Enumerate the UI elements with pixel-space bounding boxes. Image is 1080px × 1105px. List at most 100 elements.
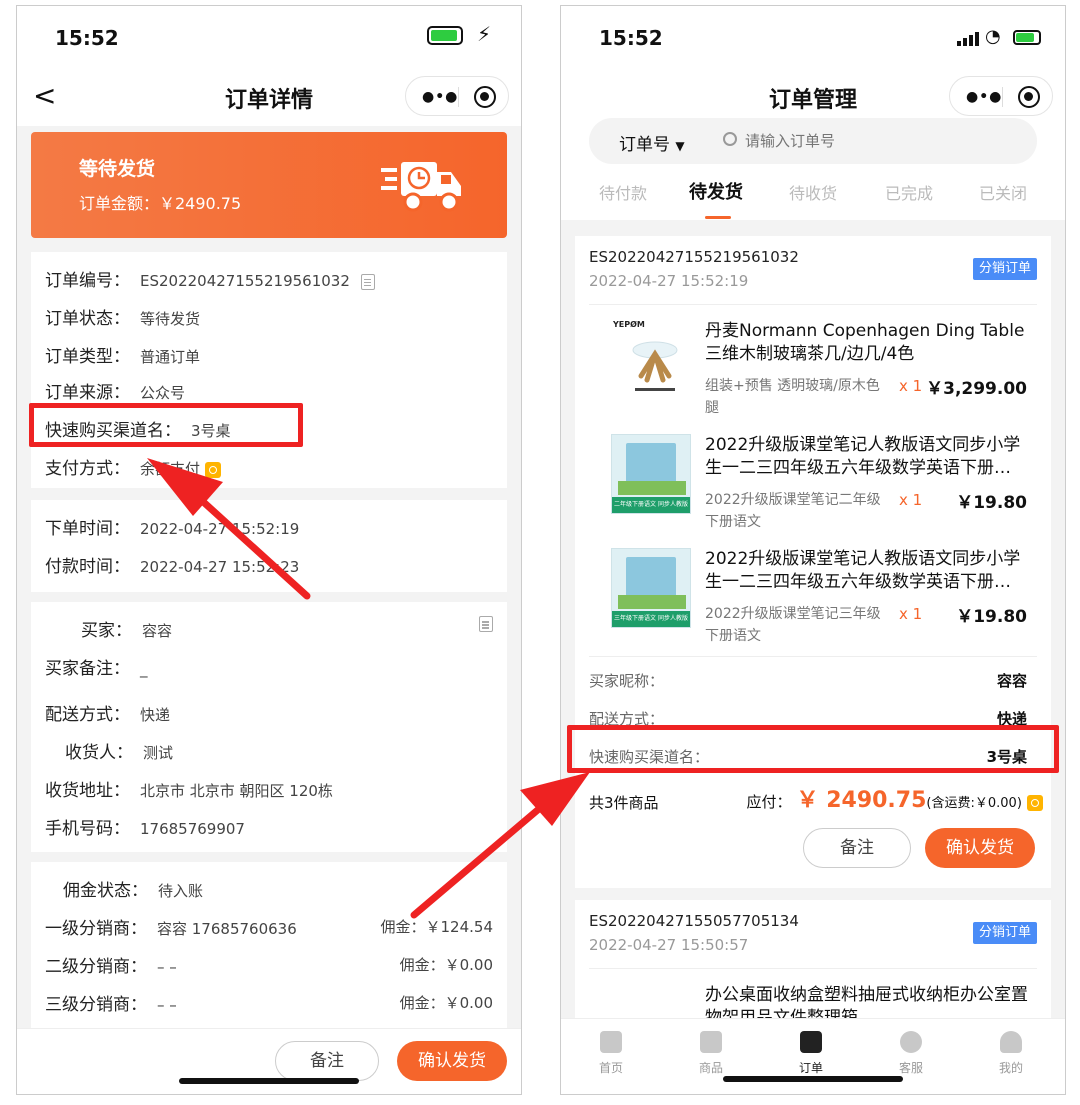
info-value: – – — [157, 996, 177, 1014]
product-item[interactable]: 二年级下册语文 同步人教版 2022升级版课堂笔记人教版语文同步小学生一二三四年… — [589, 434, 1037, 544]
book-cover — [626, 443, 676, 483]
more-icon[interactable]: ●•● — [422, 89, 458, 105]
tab-products[interactable]: 商品 — [681, 1031, 741, 1076]
distribution-order-badge: 分销订单 — [972, 922, 1037, 944]
info-row: 订单类型： 普通订单 — [45, 342, 200, 367]
tab-home[interactable]: 首页 — [581, 1031, 641, 1076]
table-image — [632, 341, 678, 391]
tab-pending-receipt[interactable]: 待收货 — [789, 180, 837, 204]
info-value: 普通订单 — [140, 348, 201, 366]
info-row: 收货地址： 北京市 北京市 朝阳区 120栋 — [45, 776, 333, 801]
product-item[interactable]: 三年级下册语文 同步人教版 2022升级版课堂笔记人教版语文同步小学生一二三四年… — [589, 548, 1037, 658]
tab-label: 商品 — [698, 1061, 723, 1075]
product-item[interactable]: YEPØM 丹麦Normann Copenhagen Ding Table三维木… — [589, 320, 1037, 430]
order-number: ES20220427155219561032 — [140, 272, 350, 290]
info-label: 订单编号： — [45, 271, 130, 291]
balance-icon — [205, 461, 222, 478]
confirm-ship-button[interactable]: 确认发货 — [397, 1041, 507, 1081]
info-value: 容容 — [142, 622, 173, 640]
info-row: 买家备注： _ — [45, 654, 148, 679]
signal-icon — [957, 32, 979, 46]
tab-completed[interactable]: 已完成 — [885, 180, 933, 204]
info-label: 手机号码： — [45, 819, 130, 839]
order-no-filter[interactable]: 订单号 ▼ — [619, 130, 685, 155]
search-bar: 订单号 ▼ — [589, 118, 1037, 164]
info-value: _ — [140, 660, 148, 678]
product-qty: x 1 — [899, 491, 923, 509]
info-value: – – — [157, 958, 177, 976]
info-label: 一级分销商： — [45, 919, 147, 939]
kv-label: 买家昵称： — [589, 672, 665, 690]
info-label: 三级分销商： — [45, 995, 147, 1015]
distribution-order-badge: 分销订单 — [972, 258, 1037, 280]
order-number: ES20220427155219561032 — [589, 248, 799, 266]
wifi-icon: ◔ — [985, 26, 1001, 47]
close-miniapp-icon[interactable] — [474, 86, 496, 108]
info-label: 支付方式： — [45, 459, 130, 479]
status-banner: 等待发货 订单金额：￥2490.75 — [31, 132, 507, 238]
user-icon — [1000, 1031, 1022, 1053]
book-scene — [618, 595, 686, 609]
info-value: 快递 — [140, 706, 171, 724]
info-value: 2022-04-27 15:52:19 — [140, 520, 300, 538]
order-time: 2022-04-27 15:52:19 — [589, 272, 749, 290]
tab-service[interactable]: 客服 — [881, 1031, 941, 1076]
info-label: 付款时间： — [45, 557, 130, 577]
payable-label: 应付： — [746, 793, 792, 811]
order-icon — [800, 1031, 822, 1053]
miniapp-capsule: ●•● — [405, 76, 509, 116]
truck-icon — [381, 162, 461, 212]
tab-closed[interactable]: 已关闭 — [979, 180, 1027, 204]
service-icon — [900, 1031, 922, 1053]
order-management-screen: 15:52 ◔ 订单管理 ●•● 订单号 ▼ 待付款 待发货 待收货 已完成 — [560, 5, 1066, 1095]
caret-down-icon: ▼ — [675, 139, 685, 153]
info-value: 公众号 — [140, 384, 186, 402]
tab-pending-shipment[interactable]: 待发货 — [689, 178, 743, 204]
status-bar: 15:52 ⚡ — [17, 6, 521, 68]
divider — [589, 304, 1037, 305]
info-label: 订单类型： — [45, 347, 130, 367]
info-label: 买家备注： — [45, 659, 130, 679]
close-miniapp-icon[interactable] — [1018, 86, 1040, 108]
note-button[interactable]: 备注 — [803, 828, 911, 868]
tab-orders[interactable]: 订单 — [781, 1031, 841, 1076]
copy-icon[interactable] — [479, 616, 493, 632]
tab-mine[interactable]: 我的 — [981, 1031, 1041, 1076]
product-spec: 组装+预售 透明玻璃/原木色腿 — [705, 378, 880, 416]
payable-amount: ￥ 2490.75 — [796, 788, 927, 813]
commission-value: 佣金：￥124.54 — [380, 918, 494, 936]
more-icon[interactable]: ●•● — [966, 89, 1002, 105]
product-price: ￥19.80 — [956, 607, 1027, 627]
product-image: 二年级下册语文 同步人教版 — [611, 434, 691, 514]
tab-pending-payment[interactable]: 待付款 — [599, 180, 647, 204]
commission-value: 佣金：￥0.00 — [399, 956, 493, 974]
info-row: 手机号码： 17685769907 — [45, 814, 245, 839]
battery-icon — [1013, 30, 1041, 45]
info-value: 北京市 北京市 朝阳区 120栋 — [140, 782, 333, 800]
info-value: 余额支付 — [140, 460, 201, 478]
commission-card: 佣金状态： 待入账 一级分销商： 容容 17685760636 佣金：￥124.54 … — [31, 862, 507, 1032]
confirm-ship-button[interactable]: 确认发货 — [925, 828, 1035, 868]
product-price: ￥19.80 — [956, 493, 1027, 513]
product-price: ￥3,299.00 — [926, 379, 1027, 399]
product-image: YEPØM — [611, 320, 691, 400]
book-scene — [618, 481, 686, 495]
search-input[interactable] — [745, 128, 945, 154]
commission-value: 佣金：￥0.00 — [399, 994, 493, 1012]
nav-bar: < 订单详情 ●•● — [17, 68, 521, 126]
battery-icon — [427, 26, 463, 45]
info-row: 下单时间： 2022-04-27 15:52:19 — [45, 514, 299, 539]
status-time: 15:52 — [55, 26, 119, 50]
payable-summary: 应付： ￥ 2490.75(含运费:￥0.00) — [746, 782, 1043, 814]
info-value: 待入账 — [158, 882, 204, 900]
book-cover — [626, 557, 676, 597]
note-button[interactable]: 备注 — [275, 1041, 379, 1081]
bottom-action-bar: 备注 确认发货 — [17, 1028, 521, 1094]
info-label: 订单状态： — [45, 309, 130, 329]
info-row: 佣金状态： 待入账 — [45, 876, 203, 901]
copy-icon[interactable] — [360, 273, 375, 290]
info-row: 配送方式： 快递 — [45, 700, 170, 725]
divider — [589, 656, 1037, 657]
info-value: 等待发货 — [140, 310, 201, 328]
order-card[interactable]: ES20220427155219561032 2022-04-27 15:52:… — [575, 236, 1051, 888]
